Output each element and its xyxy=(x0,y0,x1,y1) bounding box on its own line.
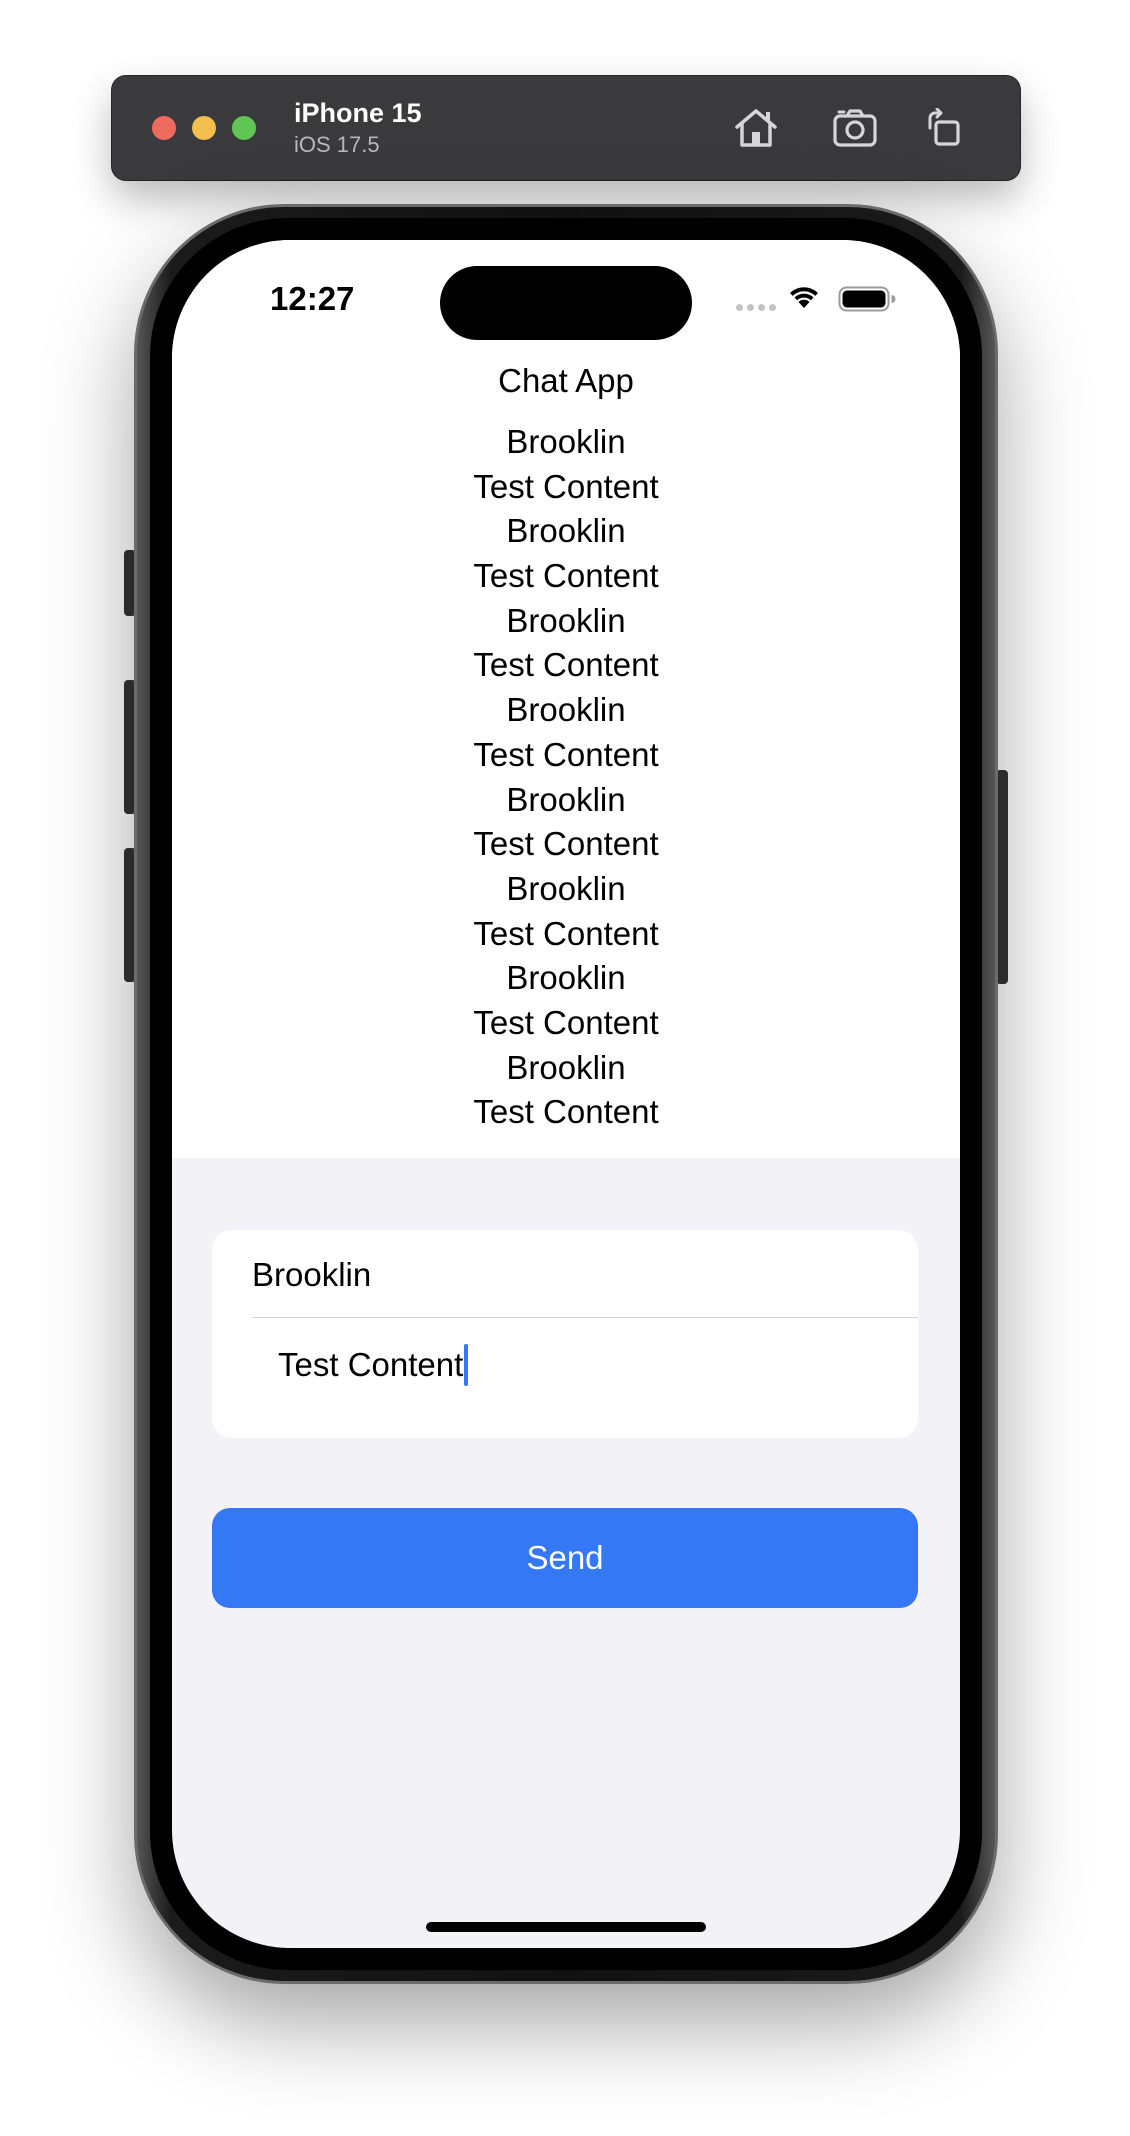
name-field[interactable]: Brooklin xyxy=(252,1250,892,1300)
screenshot-button[interactable] xyxy=(830,102,882,154)
message-sender: Brooklin xyxy=(506,423,626,460)
message-item: Brooklin Test Content xyxy=(172,956,960,1045)
simulator-title-bar: iPhone 15 iOS 17.5 xyxy=(112,76,1020,180)
rotate-icon xyxy=(928,108,960,146)
content-field-text: Test Content xyxy=(278,1346,464,1383)
send-button[interactable]: Send xyxy=(212,1508,918,1608)
message-form: Brooklin Test Content xyxy=(212,1230,918,1438)
battery-icon xyxy=(838,286,896,312)
wifi-icon xyxy=(790,287,818,308)
screenshot-icon xyxy=(833,109,877,147)
message-item: Brooklin Test Content xyxy=(172,688,960,777)
message-sender: Brooklin xyxy=(506,691,626,729)
message-item: Brooklin Test Content xyxy=(172,420,960,509)
message-item: Brooklin Test Content xyxy=(172,599,960,688)
message-content: Test Content xyxy=(473,557,659,595)
home-button[interactable] xyxy=(730,102,782,154)
message-content: Test Content xyxy=(473,1003,659,1041)
message-content: Test Content xyxy=(473,914,659,952)
message-sender: Brooklin xyxy=(506,780,626,818)
message-sender: Brooklin xyxy=(506,601,626,639)
home-indicator[interactable] xyxy=(426,1922,706,1932)
app-title: Chat App xyxy=(498,362,634,399)
content-field[interactable]: Test Content xyxy=(278,1340,878,1390)
phone-screen: 12:27 Chat App Brooklin Test Content Bro… xyxy=(172,240,960,1948)
message-list: Brooklin Test Content Brooklin Test Cont… xyxy=(172,420,960,1135)
message-sender: Brooklin xyxy=(506,959,626,997)
message-item: Brooklin Test Content xyxy=(172,1046,960,1135)
message-content: Test Content xyxy=(473,646,659,684)
device-name: iPhone 15 xyxy=(294,98,422,128)
message-sender: Brooklin xyxy=(506,869,626,907)
message-content: Test Content xyxy=(473,825,659,863)
message-content: Test Content xyxy=(473,1093,659,1131)
message-item: Brooklin Test Content xyxy=(172,867,960,956)
rotate-button[interactable] xyxy=(918,102,970,154)
os-version: iOS 17.5 xyxy=(294,132,380,157)
text-cursor xyxy=(464,1344,469,1386)
dynamic-island xyxy=(440,266,692,340)
zoom-window-button[interactable] xyxy=(232,116,256,140)
message-content: Test Content xyxy=(473,467,659,505)
minimize-window-button[interactable] xyxy=(192,116,216,140)
cellular-signal-icon xyxy=(736,304,776,311)
status-time: 12:27 xyxy=(270,280,355,317)
message-content: Test Content xyxy=(473,735,659,773)
message-sender: Brooklin xyxy=(506,512,626,550)
close-window-button[interactable] xyxy=(152,116,176,140)
field-divider xyxy=(252,1317,918,1318)
message-item: Brooklin Test Content xyxy=(172,509,960,598)
message-item: Brooklin Test Content xyxy=(172,778,960,867)
message-sender: Brooklin xyxy=(506,1048,626,1086)
home-icon xyxy=(735,109,777,147)
